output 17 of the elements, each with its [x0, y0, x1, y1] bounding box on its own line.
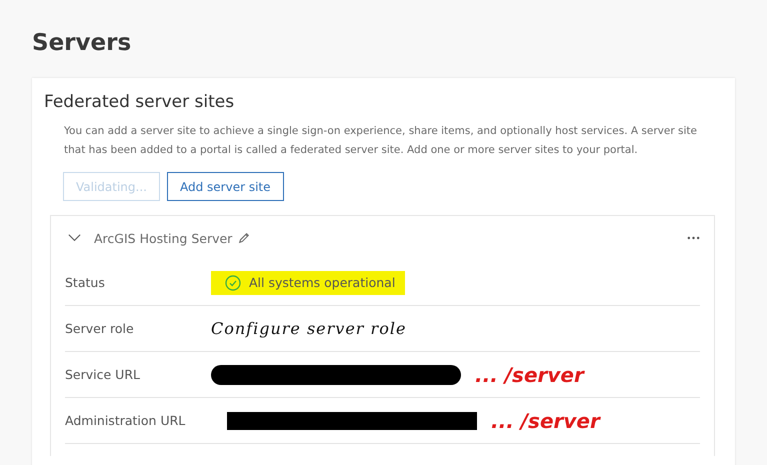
handwritten-note: ... /server: [475, 362, 584, 386]
chevron-icon[interactable]: [68, 234, 81, 242]
description-text: You can add a server site to achieve a single sign-on experience, share items, and optionally host services. A server site that has been added to a portal is called a federated server site. Add one or more server sites to your portal.: [64, 124, 698, 158]
handwritten-note: Configure server role: [211, 319, 406, 338]
field-label: Server role: [65, 321, 135, 336]
card-title: Federated server sites: [44, 92, 236, 112]
handwritten-note: ... /server: [491, 408, 600, 432]
field-label: Service URL: [65, 367, 141, 382]
field-label: Status: [65, 275, 106, 290]
action-button[interactable]: Add server site: [166, 172, 284, 201]
more-icon[interactable]: [687, 236, 700, 240]
status-value: All systems operational: [211, 270, 406, 294]
page-title: Servers: [32, 30, 132, 56]
check-circle-icon: [225, 274, 241, 290]
field-label: Administration URL: [65, 413, 186, 428]
server-name: ArcGIS Hosting Server: [94, 230, 232, 246]
pencil-icon[interactable]: [238, 232, 250, 244]
